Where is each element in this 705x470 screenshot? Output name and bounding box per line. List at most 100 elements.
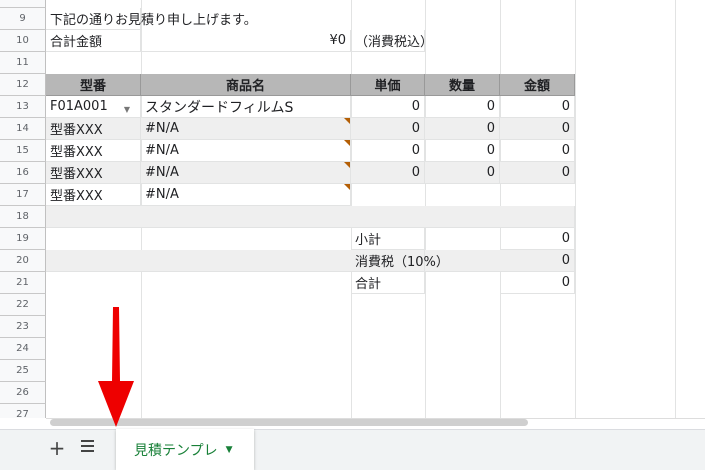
row-header[interactable]: 16 xyxy=(0,162,46,184)
cell[interactable]: 型番XXX xyxy=(46,140,141,162)
row-header[interactable]: 18 xyxy=(0,206,46,228)
cell[interactable]: F01A001 ▼ xyxy=(46,96,141,118)
cell-text: #N/A xyxy=(145,187,179,202)
row-header[interactable]: 10 xyxy=(0,30,46,52)
cell[interactable]: 0 xyxy=(351,140,425,162)
cell[interactable]: #N/A xyxy=(141,118,351,140)
row-header[interactable]: 26 xyxy=(0,382,46,404)
cell-text: #N/A xyxy=(145,165,179,180)
cell-text: 0 xyxy=(561,165,570,180)
cell[interactable]: 0 xyxy=(425,162,500,184)
sheet-row: 18 xyxy=(0,206,705,228)
cell-text: 単価 xyxy=(374,79,401,94)
cell-text: 型番XXX xyxy=(50,189,103,204)
cell[interactable]: 合計 xyxy=(351,272,425,294)
cell[interactable]: #N/A xyxy=(141,162,351,184)
row-header[interactable]: 12 xyxy=(0,74,46,96)
cell[interactable]: 0 xyxy=(425,96,500,118)
cell[interactable]: #N/A xyxy=(141,184,351,206)
cell[interactable]: 0 xyxy=(500,162,575,184)
cell[interactable]: 0 xyxy=(351,162,425,184)
cell-text: 0 xyxy=(486,121,495,136)
cell[interactable]: 0 xyxy=(425,140,500,162)
cell[interactable]: 0 xyxy=(500,118,575,140)
cell[interactable]: 型番XXX xyxy=(46,118,141,140)
row-header[interactable]: 14 xyxy=(0,118,46,140)
cell-text: 0 xyxy=(561,253,570,268)
sheet-row: 11 xyxy=(0,52,705,74)
row-header[interactable]: 9 xyxy=(0,8,46,30)
sheet-row: 20 消費税（10%） 0 xyxy=(0,250,705,272)
cell[interactable]: 型番XXX xyxy=(46,184,141,206)
cell[interactable]: 0 xyxy=(425,118,500,140)
cell[interactable]: 0 xyxy=(351,96,425,118)
cell-text: 数量 xyxy=(448,79,475,94)
cell[interactable]: 0 xyxy=(500,228,575,250)
cell[interactable]: （消費税込） xyxy=(351,30,433,52)
comment-marker-icon xyxy=(344,184,350,190)
row-header[interactable]: 27 xyxy=(0,404,46,418)
cell[interactable]: 0 xyxy=(500,96,575,118)
cell-text: 0 xyxy=(561,121,570,136)
cell-text: ¥0 xyxy=(329,33,346,48)
sheet-tab-active[interactable]: 見積テンプレ ▼ xyxy=(116,429,254,470)
cell[interactable]: 小計 xyxy=(351,228,425,250)
cell-text: 商品名 xyxy=(225,79,265,94)
cell[interactable]: 0 xyxy=(500,140,575,162)
all-sheets-menu-button[interactable] xyxy=(78,437,98,459)
cell-text: #N/A xyxy=(145,121,179,136)
row-header[interactable]: 25 xyxy=(0,360,46,382)
sheet-row: 12 型番 商品名 単価 数量 金額 xyxy=(0,74,705,96)
cell-text: 0 xyxy=(561,275,570,290)
cell[interactable]: 0 xyxy=(500,250,575,272)
cell-text: スタンダードフィルムS xyxy=(145,99,294,116)
row-header[interactable]: 24 xyxy=(0,338,46,360)
dropdown-arrow-icon[interactable]: ▼ xyxy=(124,105,130,114)
sheet-row: 15 型番XXX #N/A 0 0 0 xyxy=(0,140,705,162)
cell[interactable]: 型番XXX xyxy=(46,162,141,184)
column-header-cell[interactable]: 型番 xyxy=(46,74,141,96)
row-header[interactable]: 21 xyxy=(0,272,46,294)
sheet-row: 17 型番XXX #N/A xyxy=(0,184,705,206)
cell-text: 下記の通りお見積り申し上げます。 xyxy=(50,13,257,28)
cell-text: 型番 xyxy=(79,79,106,94)
comment-marker-icon xyxy=(344,118,350,124)
row-header[interactable]: 20 xyxy=(0,250,46,272)
row-header[interactable]: 13 xyxy=(0,96,46,118)
cell-text: 0 xyxy=(561,143,570,158)
column-header-cell[interactable]: 数量 xyxy=(425,74,500,96)
cell[interactable]: 合計金額 xyxy=(46,30,141,52)
column-header-cell[interactable]: 商品名 xyxy=(141,74,351,96)
cell[interactable]: 消費税（10%） xyxy=(351,250,449,272)
cell-text: F01A001 xyxy=(50,99,108,114)
row-header[interactable]: 17 xyxy=(0,184,46,206)
row-header[interactable]: 23 xyxy=(0,316,46,338)
comment-marker-icon xyxy=(344,140,350,146)
row-header[interactable]: 22 xyxy=(0,294,46,316)
row-header[interactable]: 8 xyxy=(0,0,46,8)
cell[interactable]: 0 xyxy=(500,272,575,294)
column-header-cell[interactable]: 単価 xyxy=(351,74,425,96)
cell[interactable]: スタンダードフィルムS xyxy=(141,96,351,118)
cell[interactable]: #N/A xyxy=(141,140,351,162)
sheet-row: 8 xyxy=(0,0,705,8)
row-header[interactable]: 15 xyxy=(0,140,46,162)
sheet-row: 13 F01A001 ▼ スタンダードフィルムS 0 0 0 xyxy=(0,96,705,118)
cell-text: 0 xyxy=(411,143,420,158)
sheet-tab-bar xyxy=(0,429,705,470)
cell-text: 消費税（10%） xyxy=(355,255,449,270)
column-header-cell[interactable]: 金額 xyxy=(500,74,575,96)
row-header[interactable]: 19 xyxy=(0,228,46,250)
cell[interactable]: 下記の通りお見積り申し上げます。 xyxy=(46,8,257,30)
cell-text: 0 xyxy=(411,165,420,180)
sheet-row: 9 下記の通りお見積り申し上げます。 xyxy=(0,8,705,30)
cell-text: 0 xyxy=(411,121,420,136)
chevron-down-icon[interactable]: ▼ xyxy=(226,445,233,455)
cell[interactable]: ¥0 xyxy=(141,30,351,52)
cell[interactable]: 0 xyxy=(351,118,425,140)
cell-text: 0 xyxy=(561,99,570,114)
cell-text: 小計 xyxy=(355,233,382,248)
sheet-row: 16 型番XXX #N/A 0 0 0 xyxy=(0,162,705,184)
add-sheet-button[interactable]: + xyxy=(47,437,67,459)
row-header[interactable]: 11 xyxy=(0,52,46,74)
